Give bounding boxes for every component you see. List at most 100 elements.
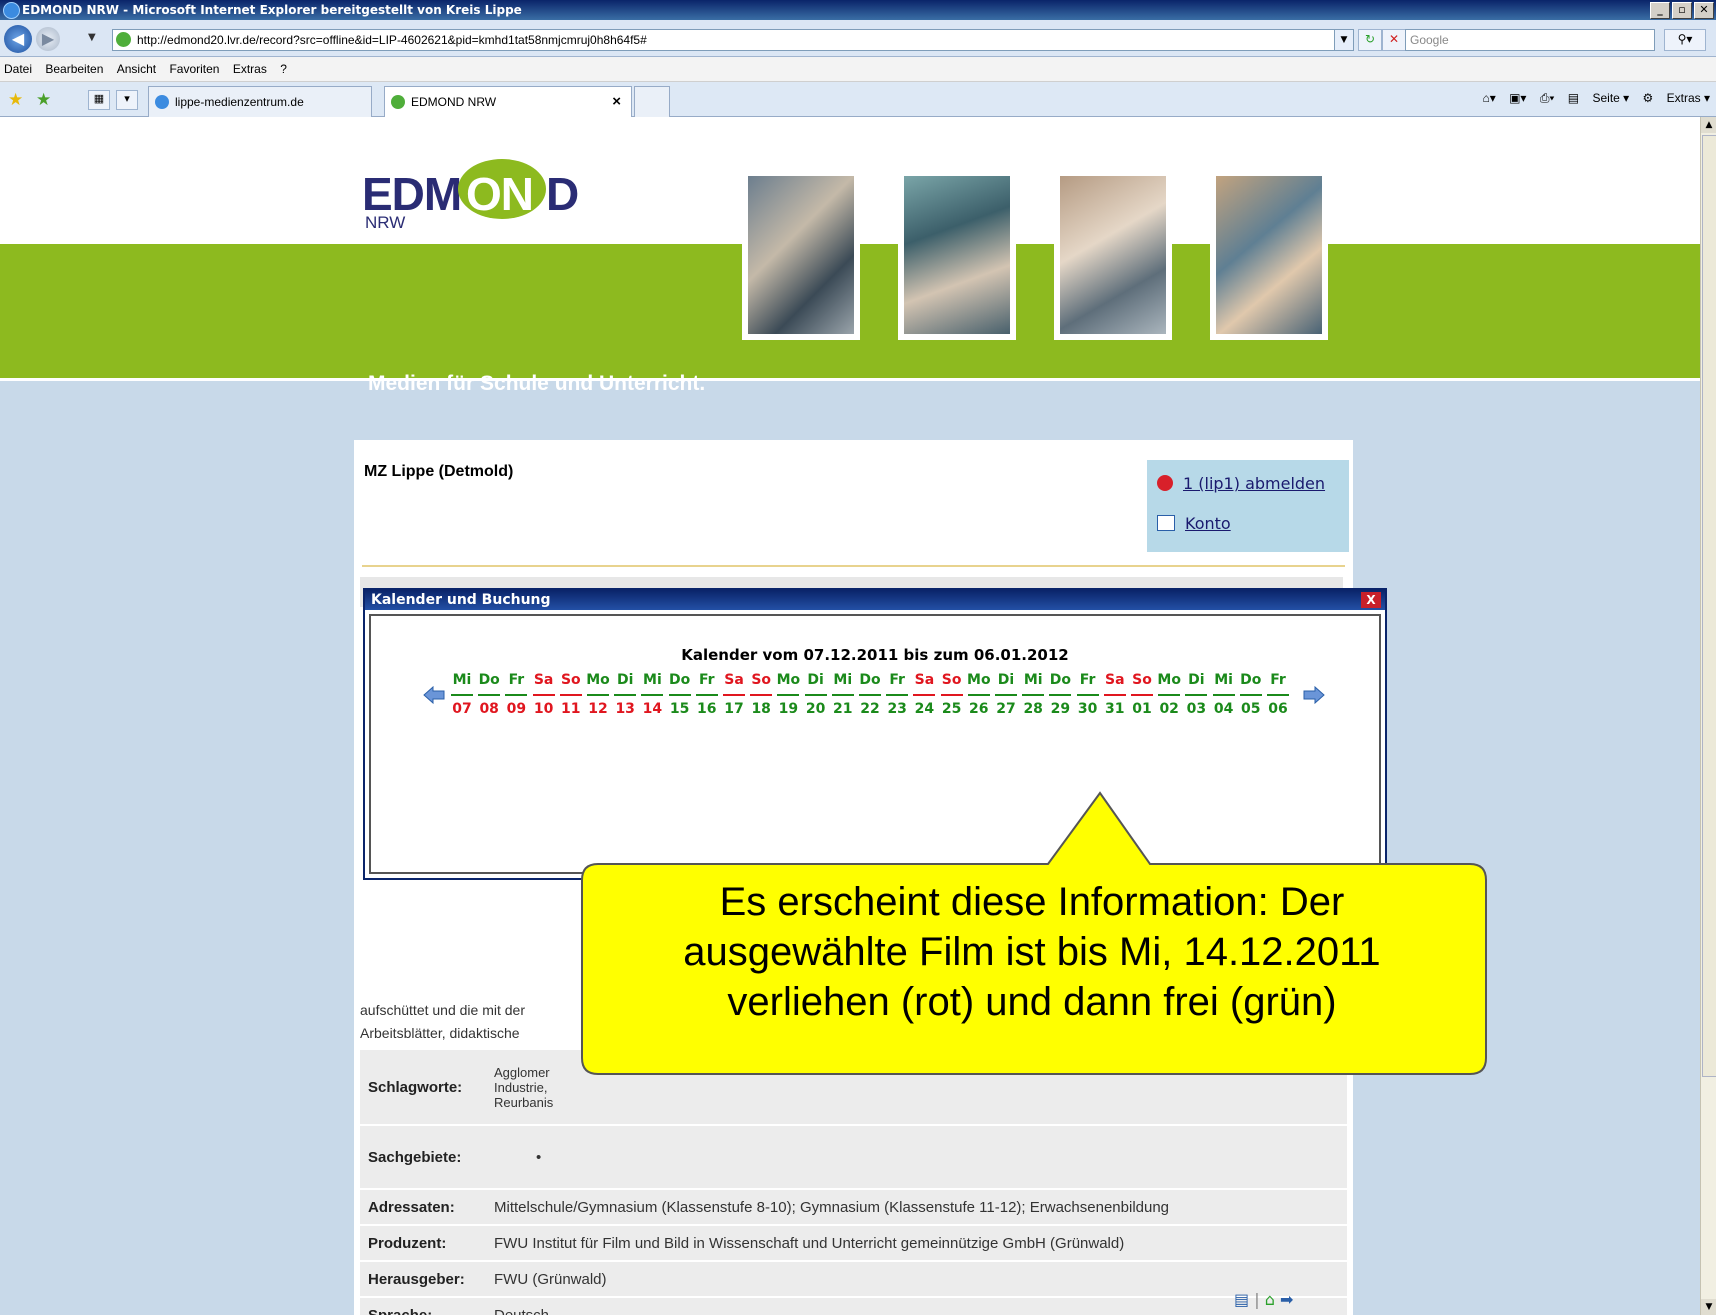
menu-extras[interactable]: Extras — [229, 57, 273, 76]
address-url[interactable]: http://edmond20.lvr.de/record?src=offlin… — [137, 33, 647, 47]
calendar-day[interactable]: Mi 04 — [1211, 672, 1237, 721]
calendar-day[interactable]: Do 15 — [667, 672, 693, 721]
calendar-day[interactable]: Do 29 — [1047, 672, 1073, 721]
day-separator — [859, 694, 881, 696]
calendar-day[interactable]: Do 22 — [857, 672, 883, 721]
weekday-label: Do — [1240, 672, 1262, 688]
day-separator — [451, 694, 473, 696]
logout-link[interactable]: 1 (lip1) abmelden — [1183, 474, 1325, 493]
logout-icon[interactable] — [1157, 475, 1173, 491]
next-arrow-icon[interactable]: ➡ — [1280, 1290, 1293, 1309]
new-tab-button[interactable] — [634, 86, 670, 117]
menu-help[interactable]: ? — [276, 57, 293, 76]
calendar-day[interactable]: So 01 — [1129, 672, 1155, 721]
account-icon[interactable] — [1157, 515, 1175, 531]
day-separator — [1076, 694, 1099, 696]
meta-value: Deutsch — [486, 1298, 1347, 1315]
search-icon[interactable]: ⚲▾ — [1664, 29, 1706, 51]
calendar-day[interactable]: Do 05 — [1238, 672, 1264, 721]
calendar-day[interactable]: Fr 30 — [1075, 672, 1101, 721]
scroll-up-icon[interactable]: ▲ — [1701, 117, 1716, 133]
favorites-star-icon[interactable]: ★ — [8, 90, 23, 110]
stop-icon[interactable]: ✕ — [1382, 29, 1406, 51]
minimize-button[interactable]: _ — [1650, 2, 1670, 19]
calendar-day[interactable]: Sa 17 — [721, 672, 747, 721]
day-number: 02 — [1159, 701, 1179, 717]
vertical-scrollbar[interactable]: ▲ ▼ — [1700, 117, 1716, 1315]
calendar-day[interactable]: Sa 10 — [531, 672, 557, 721]
dialog-close-button[interactable]: X — [1361, 592, 1381, 608]
day-separator — [1131, 694, 1153, 696]
calendar-day[interactable]: So 18 — [748, 672, 774, 721]
home-icon[interactable]: ⌂ — [1265, 1290, 1275, 1309]
refresh-icon[interactable]: ↻ — [1358, 29, 1382, 51]
list-icon[interactable]: ▤ — [1234, 1290, 1249, 1309]
close-tab-icon[interactable]: × — [612, 93, 621, 110]
calendar-day[interactable]: Sa 24 — [911, 672, 937, 721]
weekday-label: Mo — [1157, 672, 1181, 688]
day-separator — [777, 694, 800, 696]
day-number: 28 — [1023, 701, 1043, 717]
calendar-day[interactable]: Di 27 — [993, 672, 1019, 721]
day-separator — [913, 694, 936, 696]
menu-datei[interactable]: Datei — [0, 57, 38, 76]
menu-bearbeiten[interactable]: Bearbeiten — [41, 57, 109, 76]
calendar-day[interactable]: Mo 26 — [966, 672, 992, 721]
calendar-day[interactable]: Mo 02 — [1156, 672, 1182, 721]
address-bar[interactable]: http://edmond20.lvr.de/record?src=offlin… — [112, 29, 1354, 51]
search-input[interactable]: Google — [1405, 29, 1655, 51]
print-icon[interactable]: ⎙▾ — [1540, 91, 1555, 105]
weekday-label: Fr — [889, 672, 905, 688]
header-photo-3 — [1054, 170, 1172, 340]
calendar-day[interactable]: Di 20 — [803, 672, 829, 721]
calendar-day[interactable]: Di 13 — [612, 672, 638, 721]
calendar-day[interactable]: So 11 — [558, 672, 584, 721]
day-number: 14 — [642, 701, 663, 717]
home-icon[interactable]: ⌂▾ — [1482, 91, 1495, 105]
prev-arrow-icon[interactable] — [423, 686, 445, 704]
day-number: 15 — [669, 701, 690, 717]
calendar-day[interactable]: Mo 19 — [775, 672, 801, 721]
tab-list-dropdown-icon[interactable]: ▾ — [116, 90, 138, 110]
scroll-thumb[interactable] — [1702, 135, 1716, 1077]
menu-favoriten[interactable]: Favoriten — [165, 57, 225, 76]
calendar-day[interactable]: Mi 21 — [830, 672, 856, 721]
header-photo-1 — [742, 170, 860, 340]
account-link[interactable]: Konto — [1185, 514, 1231, 533]
calendar-day[interactable]: Fr 23 — [884, 672, 910, 721]
extras-menu[interactable]: ⚙ Extras ▾ — [1643, 91, 1710, 105]
calendar-day[interactable]: Fr 06 — [1265, 672, 1291, 721]
maximize-button[interactable]: ▫ — [1672, 2, 1692, 19]
scroll-down-icon[interactable]: ▼ — [1701, 1299, 1716, 1315]
tab-lippe-medienzentrum[interactable]: lippe-medienzentrum.de — [148, 86, 372, 117]
add-favorite-icon[interactable]: ★ — [36, 90, 51, 110]
calendar-day[interactable]: Sa 31 — [1102, 672, 1128, 721]
page-menu[interactable]: ▤ Seite ▾ — [1568, 91, 1629, 105]
quick-tabs-icon[interactable]: ▦ — [88, 90, 110, 110]
ie-logo-icon — [3, 2, 20, 19]
calendar-day[interactable]: Mi 28 — [1020, 672, 1046, 721]
next-arrow-icon[interactable] — [1303, 686, 1325, 704]
header-separator — [0, 378, 1700, 381]
back-button[interactable]: ◀ — [4, 25, 32, 53]
address-dropdown-icon[interactable]: ▼ — [1334, 30, 1353, 50]
menu-ansicht[interactable]: Ansicht — [113, 57, 162, 76]
forward-button[interactable]: ▶ — [36, 27, 60, 51]
day-number: 17 — [724, 701, 744, 717]
weekday-label: Mi — [1214, 672, 1233, 688]
close-window-button[interactable]: ✕ — [1694, 2, 1714, 19]
calendar-day[interactable]: Mi 07 — [449, 672, 475, 721]
calendar-day[interactable]: Fr 09 — [503, 672, 529, 721]
history-dropdown-icon[interactable]: ▼ — [88, 32, 96, 43]
day-separator — [1239, 694, 1262, 696]
calendar-day[interactable]: Fr 16 — [694, 672, 720, 721]
calendar-day[interactable]: Mo 12 — [585, 672, 611, 721]
calendar-day[interactable]: Mi 14 — [639, 672, 665, 721]
calendar-day[interactable]: Do 08 — [476, 672, 502, 721]
calendar-day[interactable]: Di 03 — [1183, 672, 1209, 721]
day-separator — [750, 694, 773, 696]
day-separator — [831, 694, 854, 696]
feeds-icon[interactable]: ▣▾ — [1509, 91, 1526, 105]
calendar-day[interactable]: So 25 — [939, 672, 965, 721]
tab-edmond-nrw[interactable]: EDMOND NRW × — [384, 86, 632, 117]
